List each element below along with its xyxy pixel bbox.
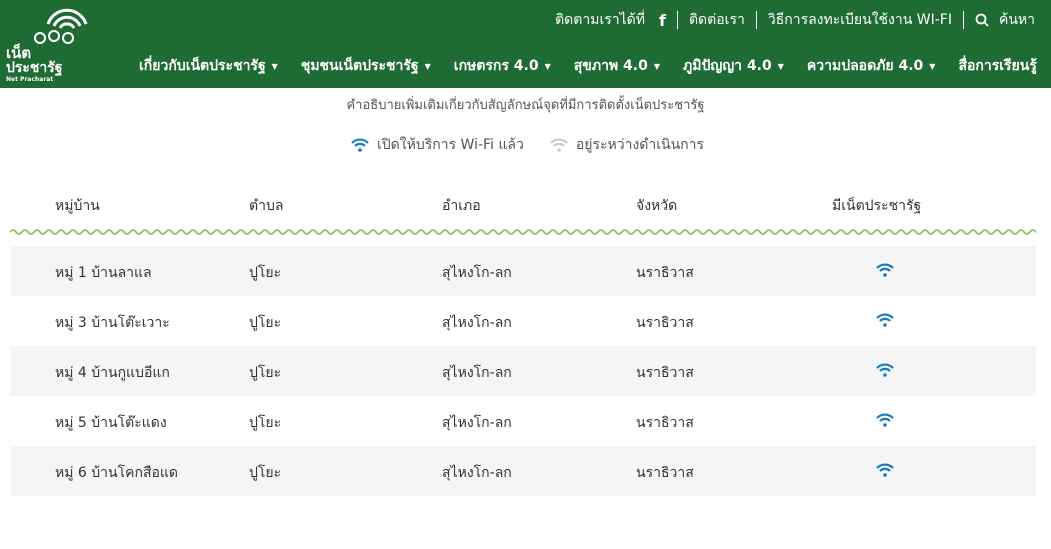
province-cell: นราธิวาส	[636, 315, 694, 331]
nav-label: เกี่ยวกับเน็ตประชารัฐ	[139, 58, 266, 74]
top-bar: ติดตามเราได้ที่ f ติดต่อเรา วิธีการลงทะเ…	[555, 9, 1035, 31]
province-cell: นราธิวาส	[636, 365, 694, 381]
nav-label: ชุมชนเน็ตประชารัฐ	[300, 58, 419, 74]
caret-down-icon: ▼	[777, 61, 784, 71]
contact-link[interactable]: ติดต่อเรา	[689, 9, 745, 31]
village-cell: หมู่ 5 บ้านโต๊ะแดง	[55, 415, 167, 431]
village-cell: หมู่ 4 บ้านกูแบอีแก	[55, 365, 170, 381]
nav-label: สื่อการเรียนรู้	[958, 58, 1037, 74]
logo-line2: ประชารัฐ	[6, 60, 63, 76]
province-cell: นราธิวาส	[636, 465, 694, 481]
wifi-icon	[876, 263, 894, 277]
divider	[676, 11, 678, 29]
district-cell: สุไหงโก-ลก	[442, 265, 512, 281]
facebook-icon[interactable]: f	[659, 11, 666, 30]
search-icon	[975, 13, 989, 27]
caret-down-icon: ▼	[929, 61, 936, 71]
legend-label: อยู่ระหว่างดำเนินการ	[575, 137, 705, 153]
wifi-icon	[876, 363, 894, 377]
logo-line3: Net Pracharat	[6, 76, 54, 83]
caret-down-icon: ▼	[424, 61, 431, 71]
caret-down-icon: ▼	[271, 61, 278, 71]
legend-item-active: เปิดให้บริการ Wi-Fi แล้ว	[351, 134, 524, 156]
search-label: ค้นหา	[998, 12, 1035, 28]
nav-item-about[interactable]: เกี่ยวกับเน็ตประชารัฐ ▼	[139, 55, 278, 77]
wifi-icon	[550, 138, 568, 152]
village-cell: หมู่ 3 บ้านโต๊ะเวาะ	[55, 315, 170, 331]
table-row: หมู่ 6 บ้านโคกสือแด ปูโยะ สุไหงโก-ลก นรา…	[10, 446, 1036, 496]
subdistrict-cell: ปูโยะ	[249, 365, 282, 381]
nav-item-health[interactable]: สุขภาพ 4.0 ▼	[574, 55, 660, 77]
subdistrict-cell: ปูโยะ	[249, 465, 282, 481]
legend-description: คำอธิบายเพิ่มเติมเกี่ยวกับสัญลักษณ์จุดที…	[346, 98, 705, 113]
search-button[interactable]: ค้นหา	[975, 9, 1035, 31]
follow-us-label: ติดตามเราได้ที่	[555, 12, 645, 28]
nav-label: เกษตรกร 4.0	[453, 58, 539, 74]
subdistrict-cell: ปูโยะ	[249, 415, 282, 431]
subdistrict-cell: ปูโยะ	[249, 265, 282, 281]
wifi-icon	[351, 138, 369, 152]
table-row: หมู่ 5 บ้านโต๊ะแดง ปูโยะ สุไหงโก-ลก นราธ…	[10, 396, 1036, 446]
district-cell: สุไหงโก-ลก	[442, 415, 512, 431]
divider	[755, 11, 757, 29]
province-cell: นราธิวาส	[636, 415, 694, 431]
wifi-people-logo-icon	[34, 8, 88, 44]
nav-item-wisdom[interactable]: ภูมิปัญญา 4.0 ▼	[683, 55, 784, 77]
caret-down-icon: ▼	[653, 61, 660, 71]
wavy-divider	[10, 229, 1036, 235]
nav-item-community[interactable]: ชุมชนเน็ตประชารัฐ ▼	[301, 55, 431, 77]
table-row: หมู่ 3 บ้านโต๊ะเวาะ ปูโยะ สุไหงโก-ลก นรา…	[10, 296, 1036, 346]
village-cell: หมู่ 1 บ้านลาแล	[55, 265, 152, 281]
wifi-icon	[876, 313, 894, 327]
site-header: เน็ต ประชารัฐ Net Pracharat ติดตามเราได้…	[0, 0, 1051, 88]
column-header: มีเน็ตประชารัฐ	[832, 198, 922, 214]
table-row: หมู่ 4 บ้านกูแบอีแก ปูโยะ สุไหงโก-ลก นรา…	[10, 346, 1036, 396]
legend: เปิดให้บริการ Wi-Fi แล้ว อยู่ระหว่างดำเน…	[351, 134, 704, 156]
main-nav: เกี่ยวกับเน็ตประชารัฐ ▼ ชุมชนเน็ตประชารั…	[139, 55, 1037, 77]
logo-line1: เน็ต	[6, 44, 32, 62]
legend-label: เปิดให้บริการ Wi-Fi แล้ว	[377, 137, 524, 153]
table-header: หมู่บ้าน ตำบล อำเภอ จังหวัด มีเน็ตประชาร…	[10, 195, 1036, 215]
table-row: หมู่ 1 บ้านลาแล ปูโยะ สุไหงโก-ลก นราธิวา…	[10, 246, 1036, 296]
province-cell: นราธิวาส	[636, 265, 694, 281]
subdistrict-cell: ปูโยะ	[249, 315, 282, 331]
column-header: อำเภอ	[442, 198, 481, 214]
village-cell: หมู่ 6 บ้านโคกสือแด	[55, 465, 179, 481]
district-cell: สุไหงโก-ลก	[442, 365, 512, 381]
nav-item-farmer[interactable]: เกษตรกร 4.0 ▼	[454, 55, 551, 77]
column-header: จังหวัด	[636, 198, 678, 214]
register-wifi-link[interactable]: วิธีการลงทะเบียนใช้งาน WI-FI	[768, 9, 952, 31]
nav-label: ภูมิปัญญา 4.0	[682, 58, 772, 74]
nav-item-media[interactable]: สื่อการเรียนรู้	[958, 55, 1036, 77]
district-cell: สุไหงโก-ลก	[442, 315, 512, 331]
caret-down-icon: ▼	[544, 61, 551, 71]
divider	[962, 11, 964, 29]
nav-label: ความปลอดภัย 4.0	[806, 58, 924, 74]
wifi-icon	[876, 463, 894, 477]
legend-item-pending: อยู่ระหว่างดำเนินการ	[550, 134, 704, 156]
district-cell: สุไหงโก-ลก	[442, 465, 512, 481]
nav-item-security[interactable]: ความปลอดภัย 4.0 ▼	[807, 55, 936, 77]
nav-label: สุขภาพ 4.0	[573, 58, 648, 74]
wifi-icon	[876, 413, 894, 427]
column-header: ตำบล	[249, 198, 284, 214]
column-header: หมู่บ้าน	[55, 198, 100, 214]
site-logo[interactable]: เน็ต ประชารัฐ Net Pracharat	[4, 6, 88, 84]
